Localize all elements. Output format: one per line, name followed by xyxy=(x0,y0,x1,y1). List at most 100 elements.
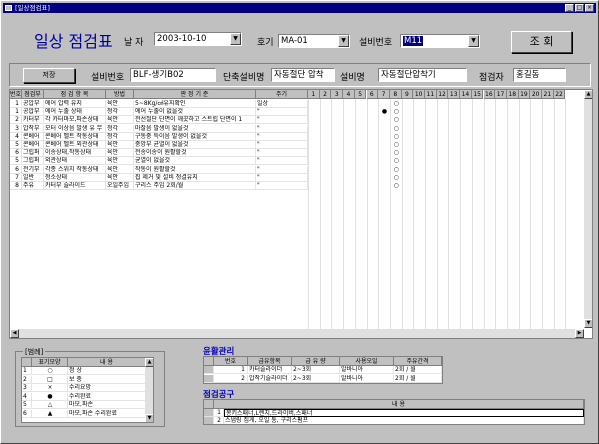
grid-cell[interactable]: 마찰음 발생이 없을것 xyxy=(134,124,256,133)
grid-cell[interactable]: 육안 xyxy=(106,165,134,174)
grid-cell[interactable]: 에어 누출 상태 xyxy=(44,108,106,117)
grid-cell[interactable]: " xyxy=(256,116,308,125)
legend-cell[interactable]: 4 xyxy=(22,392,32,401)
status-mark[interactable]: ○ xyxy=(390,149,402,157)
query-button[interactable]: 조 회 xyxy=(511,31,572,53)
grid-cell[interactable]: 각종 스위치 작동상태 xyxy=(44,165,106,174)
scroll-down-icon[interactable]: ▼ xyxy=(145,414,153,422)
grid-cell[interactable]: " xyxy=(256,165,308,174)
grid-cell[interactable]: 청각 xyxy=(106,124,134,133)
info-name-field[interactable]: 자동절단압착기 xyxy=(378,68,467,82)
legend-cell[interactable]: □ xyxy=(32,375,68,384)
grid-cell[interactable]: 육안 xyxy=(106,149,134,158)
grid-cell[interactable]: 육안 xyxy=(106,141,134,149)
status-mark[interactable]: ○ xyxy=(390,116,402,124)
grid-cell[interactable]: 공압부 xyxy=(22,108,44,117)
grid-cell[interactable]: " xyxy=(256,157,308,166)
tools-cell[interactable]: 스냅링 집게, 오일 통, 구리스펌프 xyxy=(224,417,584,424)
legend-cell[interactable]: 마모,파손 xyxy=(68,401,146,409)
tools-cell[interactable]: 1 xyxy=(214,409,224,417)
inspection-grid[interactable]: 번호 점검부 점 검 항 목 방법 판 정 기 준 주기 1 2 3 4 5 6 7 8 9 10 11 12 13… xyxy=(9,89,593,339)
maximize-button[interactable]: □ xyxy=(575,4,584,12)
legend-cell[interactable]: 6 xyxy=(22,409,32,418)
grid-cell[interactable]: 일상 xyxy=(256,100,308,108)
status-mark[interactable]: ○ xyxy=(390,133,402,141)
grid-cell[interactable]: 전기부 xyxy=(22,165,44,174)
legend-cell[interactable]: 1 xyxy=(22,367,32,375)
lube-cell[interactable]: 2~3회 xyxy=(292,366,340,374)
grid-cell[interactable]: 육안 xyxy=(106,157,134,166)
grid-cell[interactable]: 콘베어 xyxy=(22,141,44,149)
legend-cell[interactable]: △ xyxy=(32,401,68,409)
grid-cell[interactable]: 칩 제거 및 설비 청결유지 xyxy=(134,173,256,182)
lube-grid[interactable]: 번호 급유항목 급 유 량 사용오일 주유간격 1 카터슬라이더 2~3회 알바니아 2회 / 월… xyxy=(203,356,443,384)
grid-cell[interactable]: 이송상태,작동상태 xyxy=(44,149,106,158)
grid-cell[interactable]: " xyxy=(256,124,308,133)
scroll-up-icon[interactable]: ▲ xyxy=(145,358,153,367)
date-picker[interactable]: 2003-10-10 ▼ xyxy=(154,32,242,46)
grid-cell[interactable]: 카터부 슬라이드 xyxy=(44,182,106,190)
grid-cell[interactable]: 육안 xyxy=(106,173,134,182)
lube-cell[interactable]: 1 xyxy=(214,366,248,374)
grid-cell[interactable]: " xyxy=(256,141,308,149)
grid-cell[interactable]: 작동이 원활할것 xyxy=(134,165,256,174)
grid-cell[interactable]: " xyxy=(256,173,308,182)
status-mark[interactable]: ○ xyxy=(390,100,402,108)
grid-cell[interactable]: 전송이송이 원활할것 xyxy=(134,149,256,158)
info-equip-no-field[interactable]: BLF-생기B02 xyxy=(130,68,216,82)
status-mark[interactable]: ○ xyxy=(390,166,402,174)
grid-cell[interactable]: 육안 xyxy=(106,116,134,125)
grid-cell[interactable]: 콘베어 xyxy=(22,132,44,141)
grid-cell[interactable]: 카터부 xyxy=(22,116,44,125)
minimize-button[interactable]: _ xyxy=(565,4,574,12)
grid-cell[interactable]: 모터 이상음 발생 유 무 xyxy=(44,124,106,133)
horizontal-scrollbar[interactable] xyxy=(10,329,584,338)
lube-cell[interactable]: 압착기슬라이더 xyxy=(248,374,292,383)
grid-cell[interactable]: 에어 압력 유지 xyxy=(44,100,106,108)
status-mark[interactable]: ○ xyxy=(390,108,402,116)
legend-cell[interactable]: 마모,파손 수리완료 xyxy=(68,409,146,418)
lube-cell[interactable]: 2~3회 xyxy=(292,374,340,383)
legend-cell[interactable]: × xyxy=(32,384,68,392)
grid-cell[interactable]: 육안 xyxy=(106,100,134,108)
equip-no-select[interactable]: M11 ▼ xyxy=(400,34,480,48)
lube-cell[interactable]: 2회 / 월 xyxy=(394,374,442,383)
tools-grid[interactable]: 내 용 1 몽키스패너,L렌치,드라이버,스패너 2 스냅링 집게, 오일 통, 구리스… xyxy=(203,399,585,425)
save-button[interactable]: 저장 xyxy=(23,68,75,83)
grid-cell[interactable]: 8 xyxy=(10,182,22,190)
grid-cell[interactable]: 6 xyxy=(10,165,22,174)
grid-cell[interactable]: 전선절단 단면이 깨끗하고 스트립 단면이 1 xyxy=(134,116,256,125)
status-mark[interactable]: ○ xyxy=(390,157,402,165)
grid-cell[interactable]: 구동중 특이음 발생이 없을것 xyxy=(134,132,256,141)
grid-cell[interactable]: 구리스 주입 2회/월 xyxy=(134,182,256,190)
grid-cell[interactable]: " xyxy=(256,108,308,117)
lube-cell[interactable]: 알바니아 xyxy=(340,374,394,383)
grid-cell[interactable]: 청소상태 xyxy=(44,173,106,182)
legend-cell[interactable]: 3 xyxy=(22,384,32,392)
scroll-up-icon[interactable]: ▲ xyxy=(584,90,592,99)
grid-cell[interactable]: 에어 누출이 없을것 xyxy=(134,108,256,117)
grid-cell[interactable]: 2 xyxy=(10,116,22,125)
chevron-down-icon[interactable]: ▼ xyxy=(468,35,479,47)
status-mark[interactable]: ○ xyxy=(390,174,402,182)
grid-cell[interactable]: 그립퍼 xyxy=(22,149,44,158)
grid-cell[interactable]: " xyxy=(256,149,308,158)
lube-cell[interactable]: 2회 / 월 xyxy=(394,366,442,374)
grid-cell[interactable]: 1 xyxy=(10,100,22,108)
grid-cell[interactable]: 오일주입 xyxy=(106,182,134,190)
status-mark[interactable]: ○ xyxy=(390,141,402,149)
grid-cell[interactable]: 4 xyxy=(10,132,22,141)
vertical-scrollbar[interactable] xyxy=(584,90,592,328)
grid-cell[interactable]: 주유 xyxy=(22,182,44,190)
grid-cell[interactable]: 압착부 xyxy=(22,124,44,133)
chevron-down-icon[interactable]: ▼ xyxy=(338,35,349,47)
legend-cell[interactable]: 수리요망 xyxy=(68,384,146,392)
info-inspector-field[interactable]: 홍길동 xyxy=(513,68,566,82)
tools-cell[interactable]: 2 xyxy=(214,417,224,424)
grid-cell[interactable]: 청각 xyxy=(106,132,134,141)
chevron-down-icon[interactable]: ▼ xyxy=(230,33,241,45)
grid-cell[interactable]: 5 xyxy=(10,157,22,166)
grid-cell[interactable]: " xyxy=(256,132,308,141)
grid-cell[interactable]: 외관상태 xyxy=(44,157,106,166)
lube-cell[interactable]: 알바니아 xyxy=(340,366,394,374)
